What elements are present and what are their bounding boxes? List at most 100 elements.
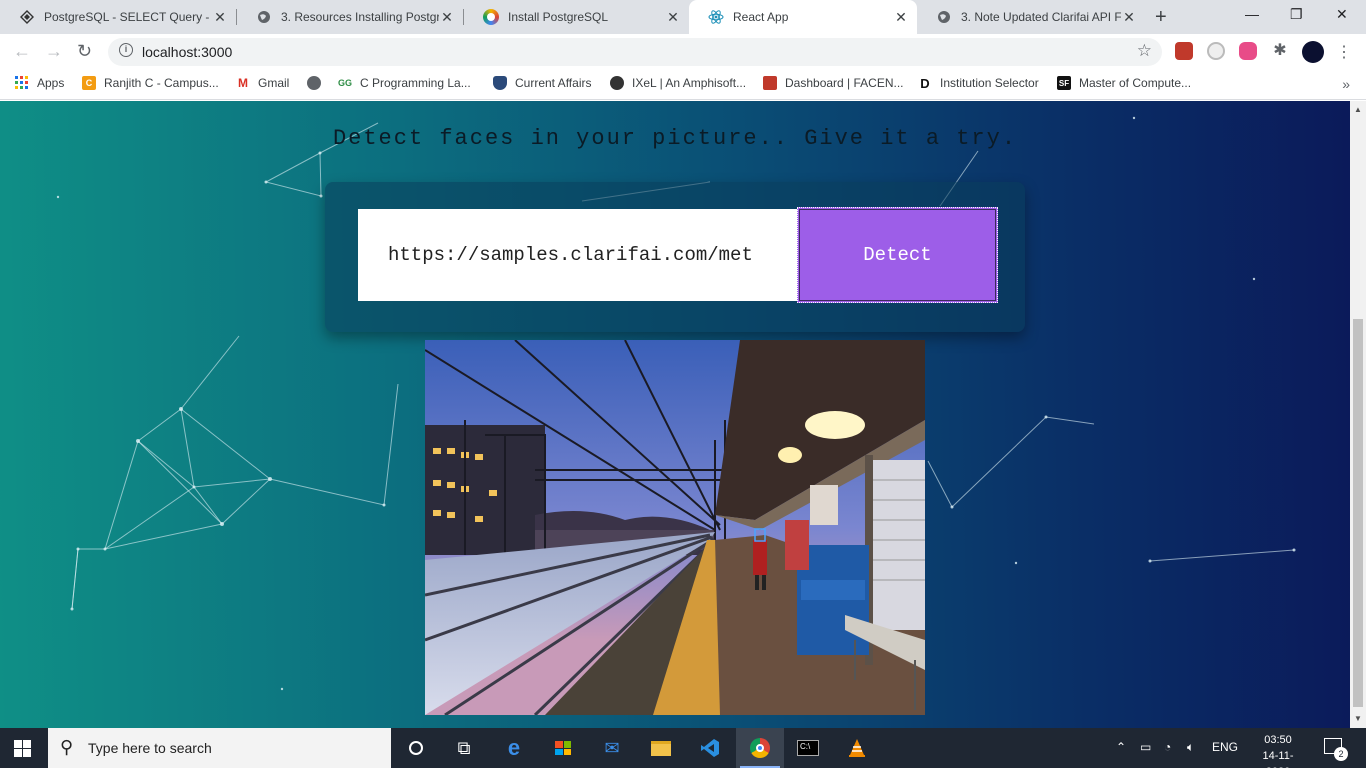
bookmark-label: Master of Compute... bbox=[1079, 76, 1192, 90]
scroll-up-icon[interactable]: ▲ bbox=[1354, 105, 1362, 114]
wifi-icon[interactable]: ◔ bbox=[1164, 740, 1171, 754]
detect-button[interactable]: Detect bbox=[797, 207, 998, 303]
scroll-thumb[interactable] bbox=[1353, 319, 1363, 707]
extension-cat-icon[interactable] bbox=[1239, 42, 1257, 60]
react-app-page: Detect faces in your picture.. Give it a… bbox=[0, 101, 1350, 728]
react-icon bbox=[708, 9, 724, 25]
address-text[interactable]: localhost:3000 bbox=[142, 44, 232, 60]
vscode-icon[interactable] bbox=[686, 728, 734, 768]
info-icon[interactable]: i bbox=[119, 43, 133, 57]
minimize-button[interactable]: — bbox=[1245, 6, 1259, 22]
bookmark-globe[interactable] bbox=[307, 76, 329, 90]
campus-icon: C bbox=[82, 76, 96, 90]
menu-dots-icon[interactable]: ⋮ bbox=[1336, 42, 1352, 62]
language-indicator[interactable]: ENG bbox=[1212, 740, 1238, 754]
bookmark-label: Gmail bbox=[258, 76, 290, 90]
tab-install-postgresql[interactable]: Install PostgreSQL ✕ bbox=[464, 0, 689, 34]
bookmark-star-icon[interactable]: ☆ bbox=[1137, 41, 1152, 61]
close-tab-icon[interactable]: ✕ bbox=[439, 9, 455, 26]
bookmark-institution-selector[interactable]: D Institution Selector bbox=[918, 75, 1039, 91]
bookmark-label: Dashboard | FACEN... bbox=[785, 76, 904, 90]
bookmarks-more-icon[interactable]: » bbox=[1342, 76, 1350, 92]
gfg-icon: GG bbox=[338, 78, 353, 88]
tab-title: Install PostgreSQL bbox=[508, 10, 609, 24]
tab-title: 3. Resources Installing Postgre bbox=[281, 10, 439, 24]
globe-icon bbox=[307, 76, 321, 90]
battery-icon[interactable]: ▭ bbox=[1140, 740, 1151, 754]
bookmark-campus[interactable]: C Ranjith C - Campus... bbox=[82, 76, 219, 90]
edge-icon[interactable]: e bbox=[490, 728, 538, 768]
apps-grid-icon bbox=[15, 76, 29, 90]
restore-button[interactable]: ❐ bbox=[1290, 6, 1303, 23]
back-arrow-icon[interactable]: ← bbox=[13, 41, 31, 62]
cortana-icon[interactable] bbox=[392, 728, 440, 768]
close-tab-icon[interactable]: ✕ bbox=[1121, 9, 1137, 26]
bookmark-label: C Programming La... bbox=[360, 76, 471, 90]
image-url-input[interactable] bbox=[358, 209, 798, 301]
detected-image bbox=[425, 340, 925, 715]
page-scrollbar[interactable]: ▲ ▼ bbox=[1350, 101, 1366, 728]
scroll-down-icon[interactable]: ▼ bbox=[1354, 714, 1362, 723]
colorful-circle-icon bbox=[483, 9, 499, 25]
terminal-icon[interactable]: C:\ bbox=[784, 728, 832, 768]
search-placeholder: Type here to search bbox=[88, 740, 212, 756]
d-icon: D bbox=[920, 75, 930, 91]
extensions-puzzle-icon[interactable]: ✱ bbox=[1271, 42, 1289, 60]
system-clock[interactable]: 03:50 14-11-2020 bbox=[1255, 732, 1301, 768]
extension-red-icon[interactable] bbox=[1175, 42, 1193, 60]
bookmark-gmail[interactable]: M Gmail bbox=[236, 76, 289, 90]
tab-react-app[interactable]: React App ✕ bbox=[689, 0, 917, 34]
hero-heading: Detect faces in your picture.. Give it a… bbox=[332, 126, 1018, 151]
close-tab-icon[interactable]: ✕ bbox=[212, 9, 228, 26]
address-bar[interactable]: i localhost:3000 ☆ bbox=[108, 38, 1162, 66]
bookmarks-bar: Apps C Ranjith C - Campus... M Gmail GG … bbox=[0, 70, 1366, 100]
close-tab-icon[interactable]: ✕ bbox=[893, 9, 909, 26]
bookmark-label: IXeL | An Amphisoft... bbox=[632, 76, 747, 90]
bookmark-label: Institution Selector bbox=[940, 76, 1039, 90]
bookmark-facen[interactable]: Dashboard | FACEN... bbox=[763, 76, 904, 90]
postgres-diamond-icon bbox=[19, 9, 35, 25]
tab-clarifai-note[interactable]: 3. Note Updated Clarifai API F ✕ bbox=[917, 0, 1145, 34]
notification-center-icon[interactable]: 2 bbox=[1324, 738, 1348, 761]
volume-icon[interactable]: 🔈︎ bbox=[1187, 740, 1194, 755]
extension-circle-icon[interactable] bbox=[1207, 42, 1225, 60]
bookmark-current-affairs[interactable]: Current Affairs bbox=[493, 76, 591, 90]
bookmark-apps[interactable]: Apps bbox=[15, 76, 64, 90]
search-icon: ⚲ bbox=[60, 737, 74, 757]
store-icon[interactable] bbox=[539, 728, 587, 768]
globe-icon bbox=[256, 9, 272, 25]
windows-taskbar: ⚲ Type here to search ⧉ e ✉ C:\ ⌃ ▭ ◔ 🔈︎… bbox=[0, 728, 1366, 768]
close-tab-icon[interactable]: ✕ bbox=[665, 9, 681, 26]
clock-date: 14-11-2020 bbox=[1262, 750, 1294, 768]
bookmark-c-programming[interactable]: GG C Programming La... bbox=[338, 76, 471, 90]
reload-icon[interactable]: ↻ bbox=[77, 41, 92, 62]
task-view-icon[interactable]: ⧉ bbox=[440, 728, 488, 768]
forward-arrow-icon[interactable]: → bbox=[45, 41, 63, 62]
browser-toolbar: ← → ↻ i localhost:3000 ☆ bbox=[0, 34, 1366, 70]
tray-chevron-icon[interactable]: ⌃ bbox=[1116, 740, 1126, 754]
bookmark-ixel[interactable]: IXeL | An Amphisoft... bbox=[610, 76, 746, 90]
new-tab-button[interactable]: + bbox=[1155, 6, 1167, 29]
clock-time: 03:50 bbox=[1264, 734, 1292, 746]
bookmark-label: Ranjith C - Campus... bbox=[104, 76, 219, 90]
chrome-icon[interactable] bbox=[736, 728, 784, 768]
mail-icon[interactable]: ✉ bbox=[588, 728, 636, 768]
bookmark-master-of-computer[interactable]: SF Master of Compute... bbox=[1057, 76, 1191, 90]
tab-title: React App bbox=[733, 10, 789, 24]
close-window-button[interactable]: ✕ bbox=[1336, 6, 1348, 23]
image-link-form: Detect bbox=[325, 182, 1025, 332]
facen-icon bbox=[763, 76, 777, 90]
file-explorer-icon[interactable] bbox=[637, 728, 685, 768]
bookmark-label: Apps bbox=[37, 76, 65, 90]
tab-resources-installing[interactable]: 3. Resources Installing Postgre ✕ bbox=[237, 0, 463, 34]
gmail-icon: M bbox=[238, 76, 248, 90]
vlc-icon[interactable] bbox=[833, 728, 881, 768]
taskbar-search[interactable]: ⚲ Type here to search bbox=[48, 728, 391, 768]
bookmark-label: Current Affairs bbox=[515, 76, 592, 90]
notification-count-badge: 2 bbox=[1334, 747, 1348, 761]
tab-title: 3. Note Updated Clarifai API F bbox=[961, 10, 1121, 24]
windows-start-icon[interactable] bbox=[14, 740, 31, 757]
tab-postgres-select[interactable]: PostgreSQL - SELECT Query - T ✕ bbox=[0, 0, 236, 34]
current-affairs-icon bbox=[493, 76, 507, 90]
profile-avatar[interactable] bbox=[1302, 41, 1324, 63]
